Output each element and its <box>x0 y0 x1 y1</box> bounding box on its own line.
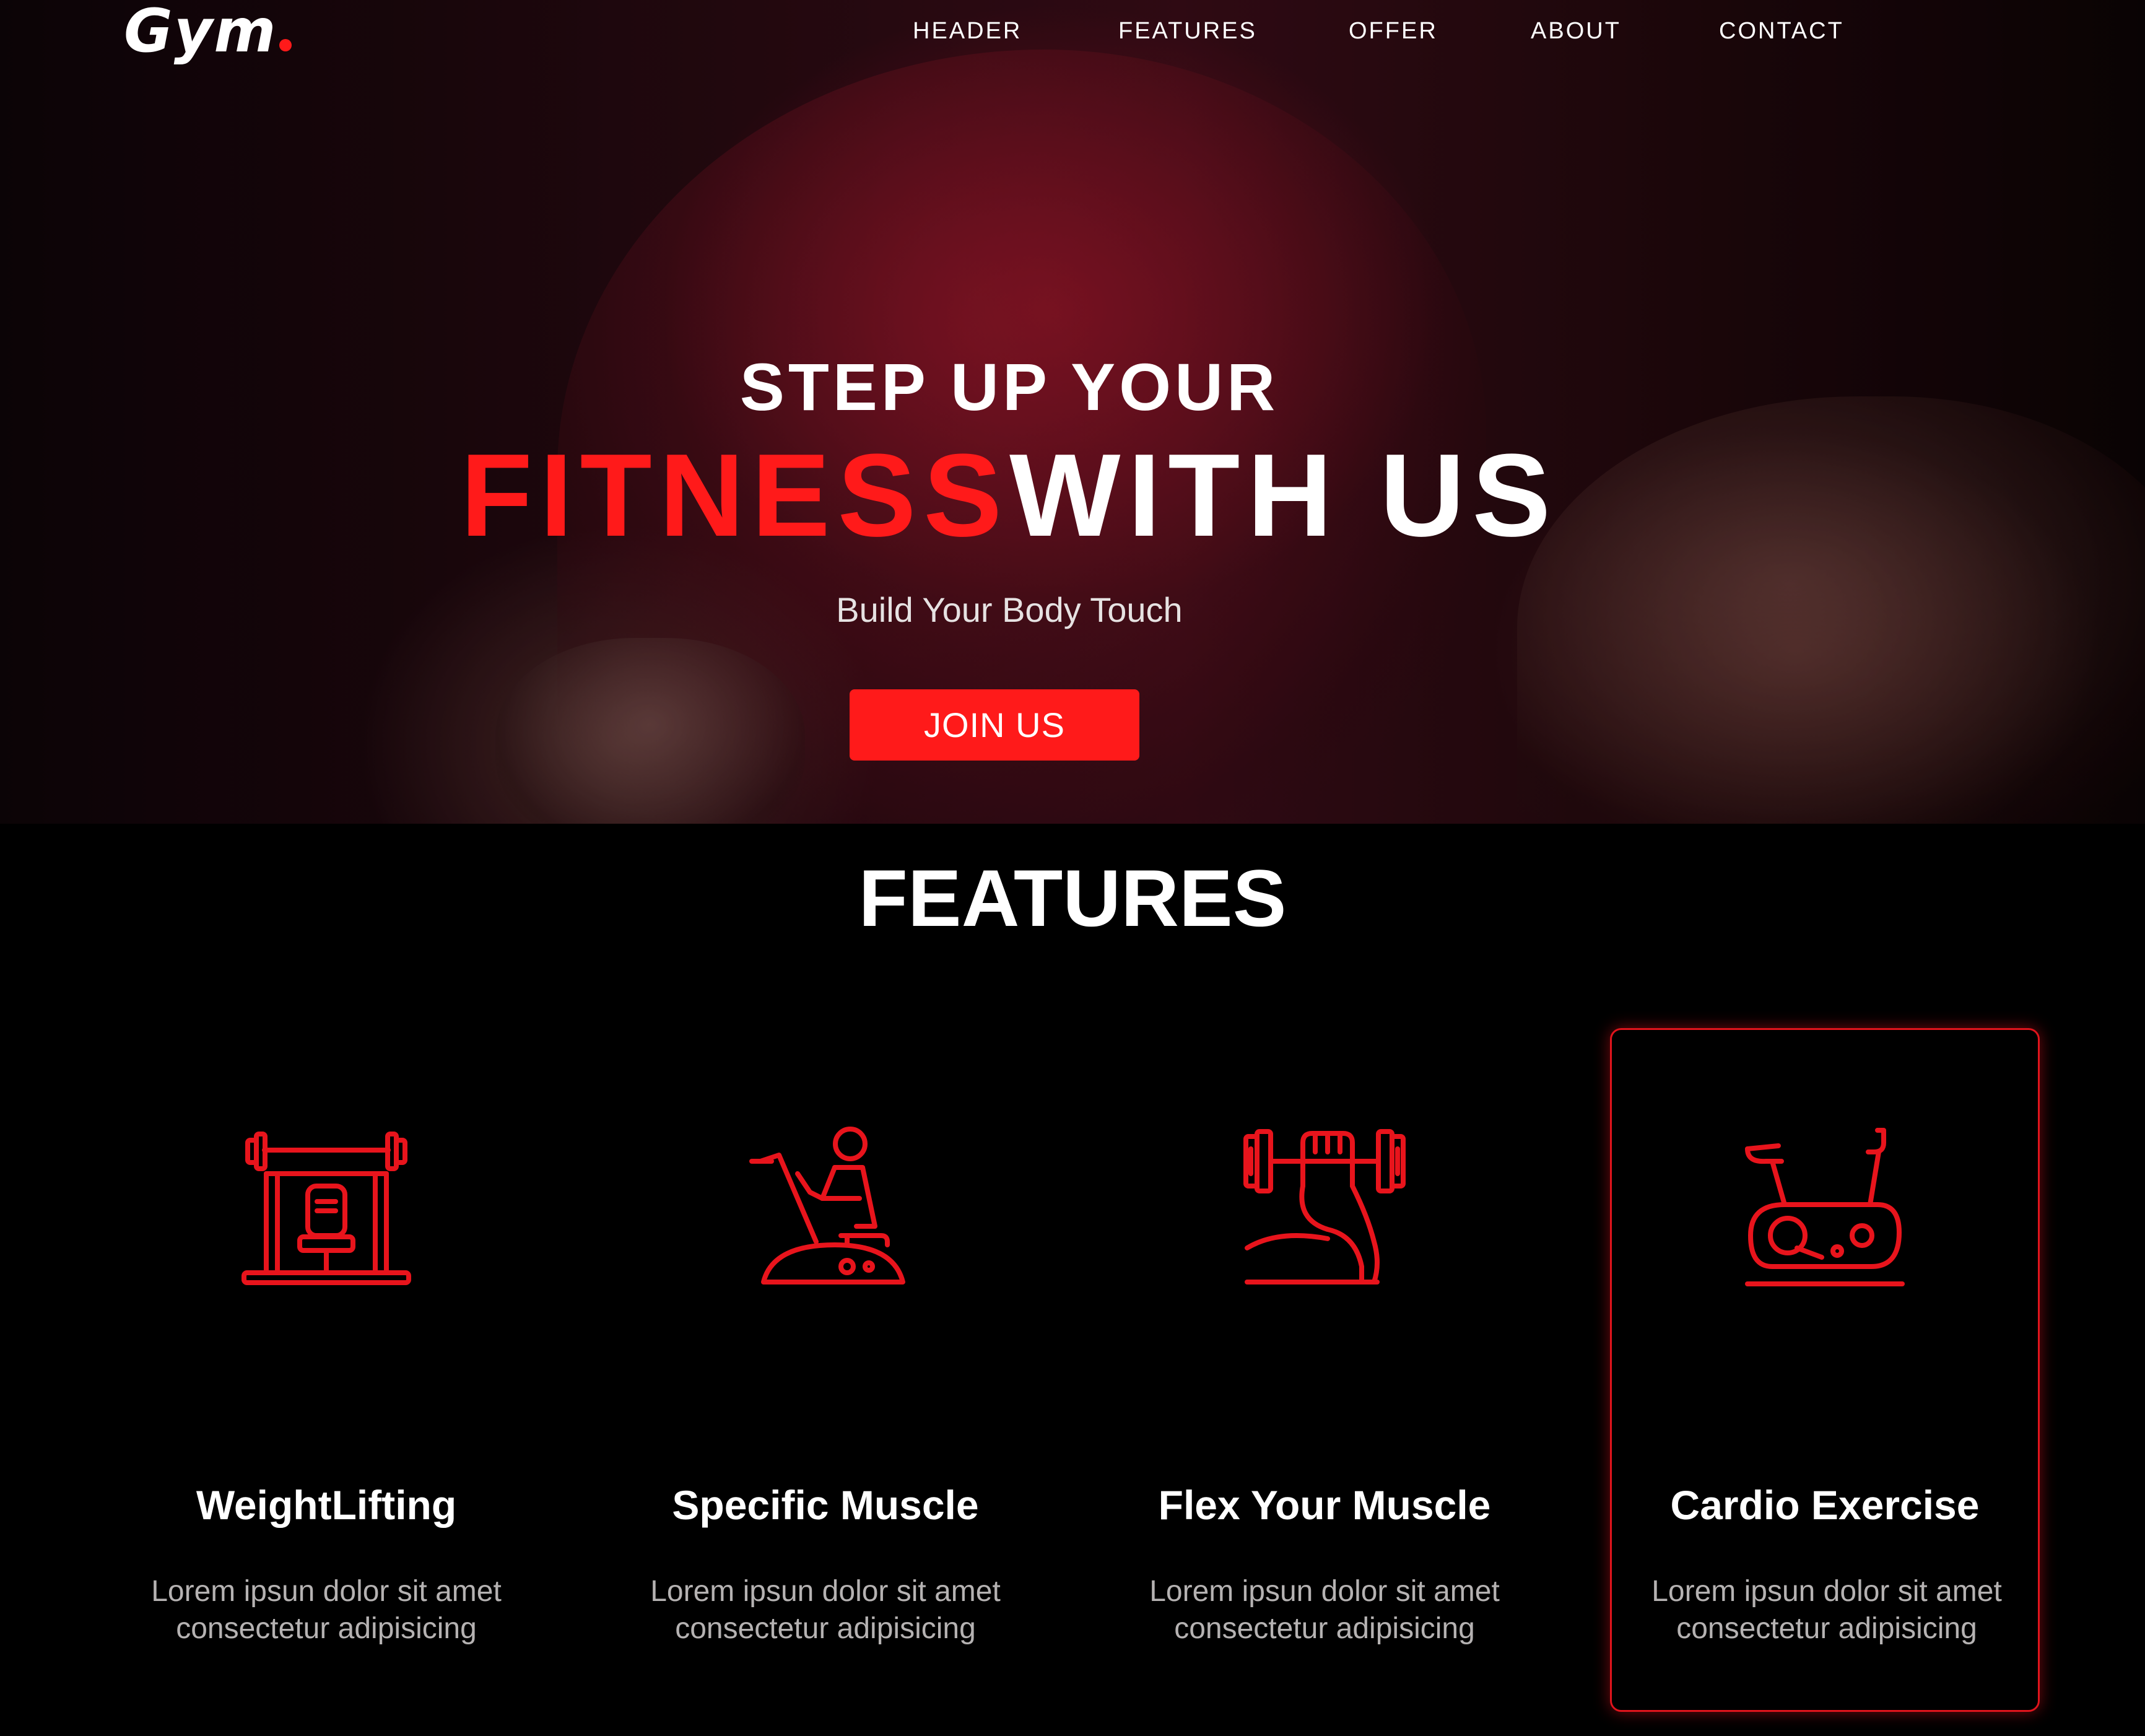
logo-dot <box>279 39 292 51</box>
hero-heading-line2: FITNESSWITH US <box>0 434 2019 557</box>
nav-item-header[interactable]: HEADER <box>913 14 1022 48</box>
nav-item-offer[interactable]: OFFER <box>1349 14 1438 48</box>
feature-card-title: Cardio Exercise <box>1670 1482 1980 1528</box>
feature-card-title: Flex Your Muscle <box>1158 1482 1491 1528</box>
exercise-bike-rider-icon <box>749 1127 905 1285</box>
nav-item-contact[interactable]: CONTACT <box>1719 14 1844 48</box>
logo-text: Gym <box>124 0 277 66</box>
stationary-bike-icon <box>1745 1128 1905 1286</box>
feature-card-text: Lorem ipsun dolor sit amet consectetur a… <box>151 1575 502 1645</box>
feature-card-title: Specific Muscle <box>672 1482 979 1528</box>
weightlifting-bench-icon <box>241 1132 411 1285</box>
dumbbell-arm-icon <box>1243 1129 1406 1285</box>
feature-card-text: Lorem ipsun dolor sit amet consectetur a… <box>1149 1575 1500 1645</box>
feature-card-specific-muscle[interactable]: Specific Muscle Lorem ipsun dolor sit am… <box>611 1028 1040 1712</box>
nav-item-about[interactable]: ABOUT <box>1531 14 1621 48</box>
hero-section: Gym HEADER FEATURES OFFER ABOUT CONTACT … <box>0 0 2145 824</box>
join-us-button[interactable]: JOIN US <box>850 689 1139 761</box>
logo[interactable]: Gym <box>124 0 292 62</box>
feature-card-title: WeightLifting <box>196 1482 457 1528</box>
feature-card-text: Lorem ipsun dolor sit amet consectetur a… <box>1651 1575 2002 1645</box>
feature-card-weightlifting[interactable]: WeightLifting Lorem ipsun dolor sit amet… <box>111 1028 541 1712</box>
feature-card-flex-your-muscle[interactable]: Flex Your Muscle Lorem ipsun dolor sit a… <box>1110 1028 1539 1712</box>
feature-card-text: Lorem ipsun dolor sit amet consectetur a… <box>650 1575 1001 1645</box>
hero-heading-line1: STEP UP YOUR <box>739 349 1279 424</box>
features-title: FEATURES <box>858 853 1287 943</box>
features-cards: WeightLifting Lorem ipsun dolor sit amet… <box>0 1028 2145 1716</box>
hero-heading-accent: FITNESS <box>460 430 1010 561</box>
hero-subtitle: Build Your Body Touch <box>836 590 1183 629</box>
nav-item-features[interactable]: FEATURES <box>1118 14 1257 48</box>
feature-card-cardio-exercise[interactable]: Cardio Exercise Lorem ipsun dolor sit am… <box>1610 1028 2040 1712</box>
hero-heading-rest: WITH US <box>1009 430 1559 561</box>
